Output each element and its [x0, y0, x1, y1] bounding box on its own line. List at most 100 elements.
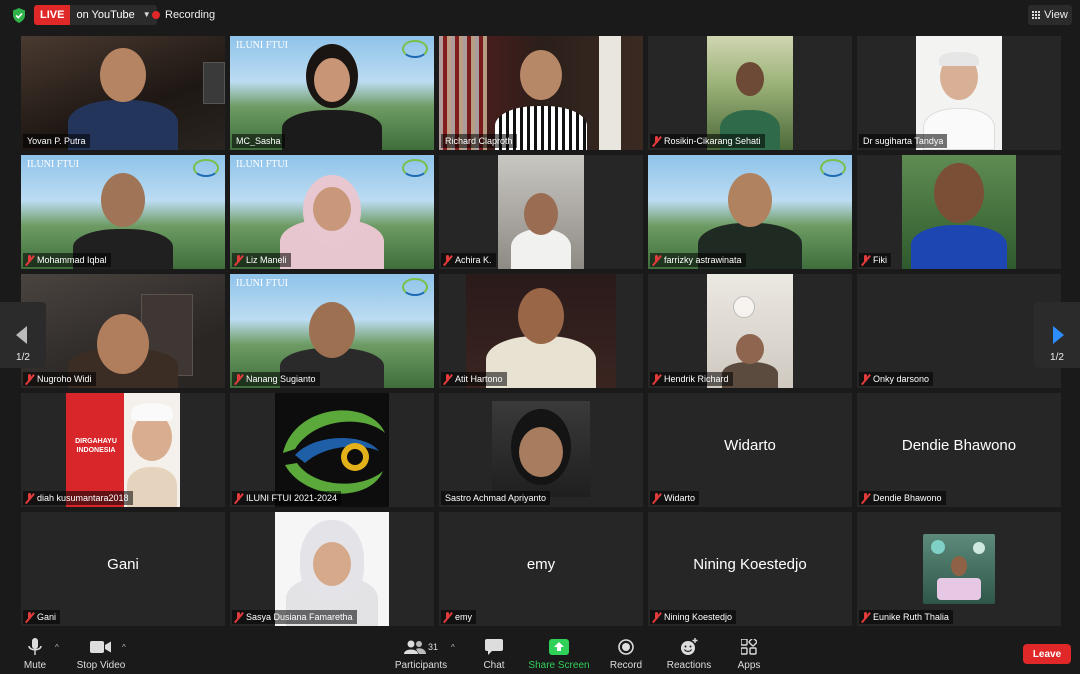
- meeting-toolbar: Mute ^ Stop Video ^ 31 Participants ^ Ch…: [0, 634, 1080, 674]
- record-icon: [608, 637, 644, 657]
- live-badge: LIVE: [34, 5, 71, 25]
- mic-muted-icon: [25, 254, 34, 266]
- audio-options-caret-icon[interactable]: ^: [55, 643, 59, 652]
- participant-name-label: Mohammad Iqbal: [23, 253, 111, 267]
- iluni-swirl-logo: [193, 159, 219, 177]
- participant-name-label: Sastro Achmad Apriyanto: [441, 491, 551, 505]
- participant-video: [466, 274, 616, 388]
- video-tile[interactable]: ILUNI FTUI Mohammad Iqbal: [21, 155, 225, 269]
- grid-view-icon: [1032, 11, 1041, 19]
- video-tile-camera-off[interactable]: Onky darsono: [857, 274, 1061, 388]
- participant-display-name: Dendie Bhawono: [901, 437, 1017, 454]
- participant-profile-picture: [923, 534, 995, 604]
- participant-video: ILUNI FTUI: [21, 155, 225, 269]
- participant-video: ILUNI FTUI: [230, 155, 434, 269]
- arrow-left-icon: [16, 326, 27, 344]
- mic-muted-icon: [234, 254, 243, 266]
- share-screen-button[interactable]: Share Screen: [528, 637, 590, 671]
- reactions-button[interactable]: Reactions: [664, 637, 714, 671]
- iluni-swirl-logo: [402, 40, 428, 58]
- recording-dot-icon: [152, 11, 160, 19]
- video-tile[interactable]: Sastro Achmad Apriyanto: [439, 393, 643, 507]
- mic-muted-icon: [234, 611, 243, 623]
- video-tile[interactable]: Hendrik Richard: [648, 274, 852, 388]
- participant-display-name: Nining Koestedjo: [693, 556, 807, 573]
- iluni-swirl-logo: [402, 278, 428, 296]
- mic-muted-icon: [443, 611, 452, 623]
- video-options-caret-icon[interactable]: ^: [122, 643, 126, 652]
- video-tile[interactable]: ILUNI FTUI Nanang Sugianto: [230, 274, 434, 388]
- mute-button[interactable]: Mute: [18, 637, 52, 671]
- page-indicator: 1/2: [16, 352, 30, 363]
- microphone-icon: [18, 637, 52, 657]
- record-label: Record: [609, 660, 643, 671]
- participant-name-label: Gani: [23, 610, 61, 624]
- video-tile[interactable]: Eunike Ruth Thalia: [857, 512, 1061, 626]
- iluni-ftui-logo: ILUNI FTUI: [27, 159, 79, 170]
- recording-indicator[interactable]: Recording: [152, 9, 215, 21]
- video-tile-camera-off[interactable]: Gani Gani: [21, 512, 225, 626]
- mic-muted-icon: [443, 373, 452, 385]
- video-tile-camera-off[interactable]: Dendie Bhawono Dendie Bhawono: [857, 393, 1061, 507]
- participant-name-label: Sasya Dusiana Famaretha: [232, 610, 357, 624]
- share-screen-label: Share Screen: [528, 660, 590, 671]
- video-tile[interactable]: Nugroho Widi: [21, 274, 225, 388]
- video-tile[interactable]: Yovan P. Putra: [21, 36, 225, 150]
- participant-name-label: diah kusumantara2018: [23, 491, 133, 505]
- previous-page-button[interactable]: 1/2: [0, 302, 46, 368]
- mic-muted-icon: [25, 611, 34, 623]
- video-tile-active-speaker[interactable]: ILUNI FTUI MC_Sasha: [230, 36, 434, 150]
- security-shield-icon[interactable]: [12, 8, 26, 23]
- mic-muted-icon: [25, 492, 34, 504]
- video-tile[interactable]: ILUNI FTUI 2021-2024: [230, 393, 434, 507]
- video-tile[interactable]: Achira K.: [439, 155, 643, 269]
- participant-name-label: emy: [441, 610, 477, 624]
- view-label: View: [1044, 9, 1068, 21]
- record-button[interactable]: Record: [608, 637, 644, 671]
- apps-button[interactable]: Apps: [734, 637, 764, 671]
- participant-name-label: Hendrik Richard: [650, 372, 733, 386]
- mic-muted-icon: [861, 492, 870, 504]
- video-tile[interactable]: farrizky astrawinata: [648, 155, 852, 269]
- leave-button[interactable]: Leave: [1023, 644, 1071, 664]
- mic-muted-icon: [861, 254, 870, 266]
- stop-video-button[interactable]: Stop Video: [76, 637, 126, 671]
- video-tile[interactable]: Fiki: [857, 155, 1061, 269]
- stop-video-label: Stop Video: [76, 660, 126, 671]
- video-tile[interactable]: Richard Claproth: [439, 36, 643, 150]
- recording-label: Recording: [165, 9, 216, 21]
- poster-text: DIRGAHAYU INDONESIA: [75, 438, 117, 454]
- video-tile-camera-off[interactable]: Nining Koestedjo Nining Koestedjo: [648, 512, 852, 626]
- participant-name-label: Nugroho Widi: [23, 372, 96, 386]
- next-page-button[interactable]: 1/2: [1034, 302, 1080, 368]
- reactions-label: Reactions: [666, 660, 712, 671]
- participant-name-label: Liz Maneli: [232, 253, 291, 267]
- iluni-swirl-logo: [820, 159, 846, 177]
- participant-video: [275, 393, 389, 507]
- gallery-view: Yovan P. Putra ILUNI FTUI MC_Sasha Richa…: [21, 36, 1061, 628]
- participant-name-label: Widarto: [650, 491, 700, 505]
- live-stream-dropdown[interactable]: LIVE on YouTube ▼: [34, 5, 157, 25]
- iluni-ftui-logo: ILUNI FTUI: [236, 159, 288, 170]
- mic-muted-icon: [234, 373, 243, 385]
- video-tile[interactable]: DIRGAHAYU INDONESIA diah kusumantara2018: [21, 393, 225, 507]
- video-tile[interactable]: Atit Hartono: [439, 274, 643, 388]
- participant-name-label: Richard Claproth: [441, 134, 517, 148]
- chat-button[interactable]: Chat: [478, 637, 510, 671]
- mic-muted-icon: [861, 611, 870, 623]
- video-tile[interactable]: Rosikin-Cikarang Sehati: [648, 36, 852, 150]
- video-tile[interactable]: Dr sugiharta Tandya: [857, 36, 1061, 150]
- participants-options-caret-icon[interactable]: ^: [451, 643, 455, 652]
- participant-video: [492, 401, 590, 497]
- video-tile-camera-off[interactable]: emy emy: [439, 512, 643, 626]
- video-tile[interactable]: Sasya Dusiana Famaretha: [230, 512, 434, 626]
- mic-muted-icon: [25, 373, 34, 385]
- participant-name-label: Rosikin-Cikarang Sehati: [650, 134, 765, 148]
- video-tile[interactable]: ILUNI FTUI Liz Maneli: [230, 155, 434, 269]
- participant-name-label: MC_Sasha: [232, 134, 285, 148]
- video-camera-icon: [76, 637, 126, 657]
- video-tile-camera-off[interactable]: Widarto Widarto: [648, 393, 852, 507]
- participant-video: [648, 155, 852, 269]
- view-button[interactable]: View: [1028, 5, 1072, 25]
- participants-button[interactable]: 31 Participants: [393, 637, 449, 671]
